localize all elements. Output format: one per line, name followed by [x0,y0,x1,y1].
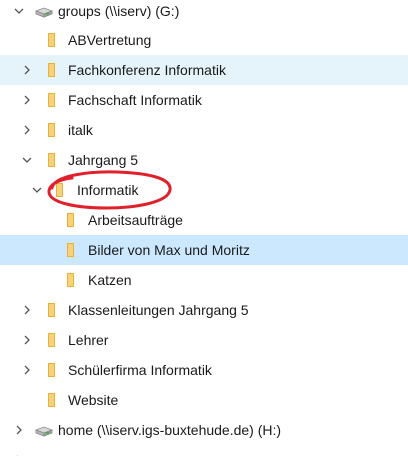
tree-item-arbeitsauftraege[interactable]: Arbeitsaufträge [0,205,408,235]
tree-item-klassenleitungen-jahrgang-5[interactable]: Klassenleitungen Jahrgang 5 [0,295,408,325]
chevron-right-icon[interactable] [20,63,34,77]
folder-icon [45,32,61,48]
tree-item-partial-drive[interactable] [0,445,408,456]
tree-item-schuelerfirma-informatik[interactable]: Schülerfirma Informatik [0,355,408,385]
tree-item-website[interactable]: Website [0,385,408,415]
folder-icon [64,242,80,258]
tree-item-label: groups (\\iserv) (G:) [58,3,180,19]
tree-item-fachkonferenz-informatik[interactable]: Fachkonferenz Informatik [0,55,408,85]
tree-item-label: Jahrgang 5 [68,152,139,168]
folder-icon [53,182,69,198]
folder-icon [45,122,61,138]
tree-item-label: Informatik [77,182,139,198]
tree-item-label: Arbeitsaufträge [88,212,183,228]
tree-item-label: ABVertretung [68,32,152,48]
tree-item-bilder-von-max-und-moritz[interactable]: Bilder von Max und Moritz [0,235,408,265]
tree-item-abvertretung[interactable]: ABVertretung [0,25,408,55]
tree-item-italk[interactable]: italk [0,115,408,145]
network-drive-icon [34,3,54,19]
chevron-down-icon[interactable] [20,153,34,167]
tree-item-label: Katzen [88,272,132,288]
tree-item-label: home (\\iserv.igs-buxtehude.de) (H:) [58,422,282,438]
chevron-right-icon[interactable] [20,363,34,377]
tree-item-katzen[interactable]: Katzen [0,265,408,295]
tree-item-label: Fachschaft Informatik [68,92,202,108]
chevron-right-icon[interactable] [20,333,34,347]
chevron-right-icon[interactable] [20,123,34,137]
folder-icon [45,92,61,108]
tree-item-groups-drive[interactable]: groups (\\iserv) (G:) [0,0,408,26]
folder-icon [45,62,61,78]
tree-item-lehrer[interactable]: Lehrer [0,325,408,355]
folder-icon [64,272,80,288]
folder-icon [45,152,61,168]
folder-icon [45,362,61,378]
tree-item-label: Schülerfirma Informatik [68,362,212,378]
tree-item-label: Fachkonferenz Informatik [68,62,226,78]
tree-item-label: Bilder von Max und Moritz [88,242,250,258]
tree-item-jahrgang-5[interactable]: Jahrgang 5 [0,145,408,175]
chevron-right-icon[interactable] [20,93,34,107]
network-drive-icon [34,422,54,438]
chevron-down-icon[interactable] [12,4,26,18]
folder-icon [64,212,80,228]
tree-item-fachschaft-informatik[interactable]: Fachschaft Informatik [0,85,408,115]
tree-item-home-drive[interactable]: home (\\iserv.igs-buxtehude.de) (H:) [0,415,408,445]
network-drive-icon [34,452,54,456]
chevron-right-icon[interactable] [12,423,26,437]
folder-icon [45,302,61,318]
folder-icon [45,332,61,348]
chevron-right-icon[interactable] [20,303,34,317]
tree-item-label: Website [68,392,119,408]
tree-item-label: italk [68,122,93,138]
folder-tree: groups (\\iserv) (G:) ABVertretung Fachk… [0,0,408,456]
tree-item-label: Lehrer [68,332,109,348]
tree-item-label: Klassenleitungen Jahrgang 5 [68,302,249,318]
folder-icon [45,392,61,408]
chevron-down-icon[interactable] [30,183,44,197]
tree-item-informatik[interactable]: Informatik [0,175,408,205]
